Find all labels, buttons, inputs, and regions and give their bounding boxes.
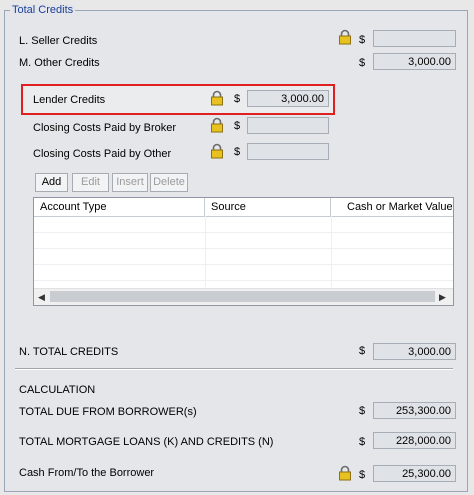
currency-symbol: $	[234, 146, 241, 158]
grid-header: Account Type Source Cash or Market Value	[34, 198, 453, 217]
currency-symbol: $	[359, 57, 366, 69]
credits-grid[interactable]: Account Type Source Cash or Market Value…	[33, 197, 454, 306]
currency-symbol: $	[234, 93, 241, 105]
lock-icon[interactable]	[337, 465, 353, 481]
group-title: Total Credits	[10, 4, 76, 16]
table-row[interactable]	[34, 265, 453, 281]
calculation-title: CALCULATION	[19, 384, 96, 396]
section-divider	[15, 368, 453, 370]
other-credits-field[interactable]: 3,000.00	[373, 53, 456, 70]
column-header-source[interactable]: Source	[205, 198, 331, 216]
delete-button[interactable]: Delete	[150, 173, 188, 192]
total-mortgage-field[interactable]: 228,000.00	[373, 432, 456, 449]
column-divider	[331, 216, 332, 287]
currency-symbol: $	[359, 34, 366, 46]
broker-costs-field[interactable]	[247, 117, 329, 134]
lock-icon[interactable]	[209, 90, 225, 106]
insert-button[interactable]: Insert	[112, 173, 148, 192]
cash-from-to-field[interactable]: 25,300.00	[373, 465, 456, 482]
lock-icon[interactable]	[209, 143, 225, 159]
table-row[interactable]	[34, 217, 453, 233]
scroll-left-icon[interactable]: ◀	[38, 290, 45, 304]
currency-symbol: $	[359, 345, 366, 357]
total-mortgage-label: TOTAL MORTGAGE LOANS (K) AND CREDITS (N)	[19, 436, 274, 448]
other-credits-label: M. Other Credits	[19, 57, 100, 69]
total-due-field[interactable]: 253,300.00	[373, 402, 456, 419]
seller-credits-field[interactable]	[373, 30, 456, 47]
total-credits-label: N. TOTAL CREDITS	[19, 346, 119, 358]
seller-credits-label: L. Seller Credits	[19, 35, 98, 47]
scroll-right-icon[interactable]: ▶	[439, 290, 446, 304]
table-row[interactable]	[34, 249, 453, 265]
table-row[interactable]	[34, 233, 453, 249]
other-costs-label: Closing Costs Paid by Other	[33, 148, 172, 160]
other-costs-field[interactable]	[247, 143, 329, 160]
currency-symbol: $	[359, 469, 366, 481]
horizontal-scrollbar[interactable]: ◀ ▶	[34, 288, 453, 305]
broker-costs-label: Closing Costs Paid by Broker	[33, 122, 177, 134]
total-credits-panel: Total Credits L. Seller Credits $ M. Oth…	[0, 0, 474, 495]
total-due-label: TOTAL DUE FROM BORROWER(s)	[19, 406, 197, 418]
currency-symbol: $	[234, 120, 241, 132]
lock-icon[interactable]	[337, 29, 353, 45]
add-button[interactable]: Add	[35, 173, 68, 192]
total-credits-field[interactable]: 3,000.00	[373, 343, 456, 360]
cash-from-to-label: Cash From/To the Borrower	[19, 467, 155, 479]
column-divider	[205, 216, 206, 287]
column-header-cash-value[interactable]: Cash or Market Value	[331, 198, 453, 216]
lock-icon[interactable]	[209, 117, 225, 133]
lender-credits-label: Lender Credits	[33, 94, 106, 106]
lender-credits-field[interactable]: 3,000.00	[247, 90, 329, 107]
currency-symbol: $	[359, 405, 366, 417]
edit-button[interactable]: Edit	[72, 173, 109, 192]
column-header-account-type[interactable]: Account Type	[34, 198, 205, 216]
currency-symbol: $	[359, 436, 366, 448]
scrollbar-thumb[interactable]	[50, 291, 435, 302]
